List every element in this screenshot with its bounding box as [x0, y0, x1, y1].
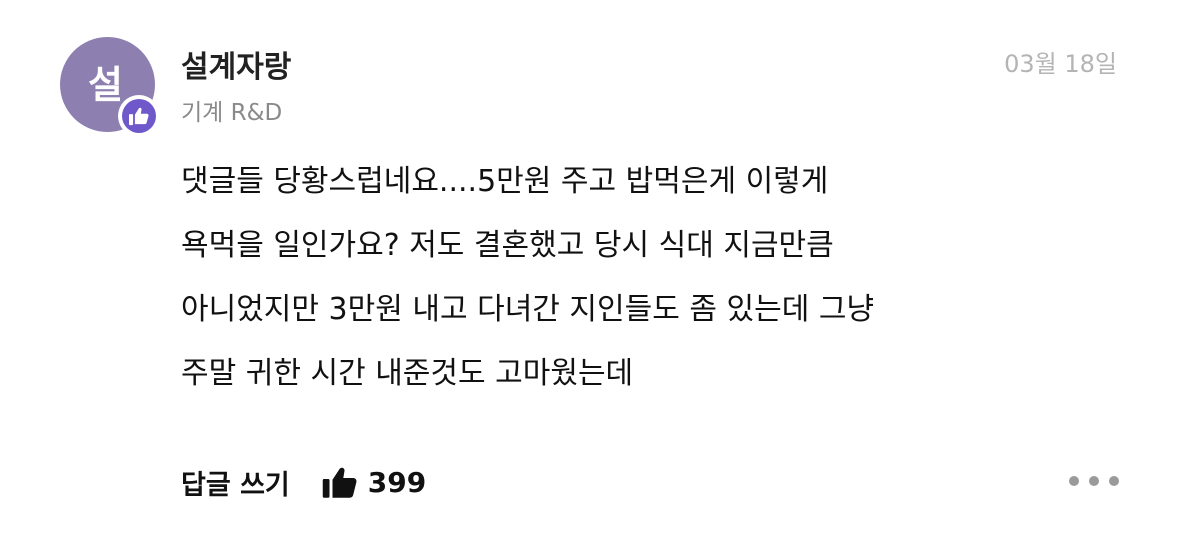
comment-card: 설 설계자랑 기계 R&D 03월 18일 댓글들 당황스럽네요....5만원 …: [0, 0, 1179, 536]
thumbs-up-icon: [322, 467, 357, 498]
more-options-button[interactable]: [1069, 466, 1119, 496]
comment-body: 댓글들 당황스럽네요....5만원 주고 밥먹은게 이렇게 욕먹을 일인가요? …: [181, 150, 1141, 406]
comment-date: 03월 18일: [1004, 50, 1117, 78]
more-horizontal-icon: [1109, 476, 1119, 486]
like-count: 399: [367, 465, 427, 499]
reply-button[interactable]: 답글 쓰기: [181, 463, 290, 502]
avatar-initial: 설: [88, 63, 123, 107]
author-department: 기계 R&D: [181, 100, 283, 126]
author-name[interactable]: 설계자랑: [181, 42, 291, 86]
comment-body-line: 댓글들 당황스럽네요....5만원 주고 밥먹은게 이렇게: [181, 164, 829, 199]
more-horizontal-icon: [1069, 476, 1079, 486]
comment-body-line: 욕먹을 일인가요? 저도 결혼했고 당시 식대 지금만큼: [181, 228, 834, 263]
comment-actions: 답글 쓰기 399: [181, 458, 426, 506]
comment-body-line: 주말 귀한 시간 내준것도 고마웠는데: [181, 356, 634, 391]
comment-body-line: 아니었지만 3만원 내고 다녀간 지인들도 좀 있는데 그냥: [181, 292, 875, 327]
thumbs-up-badge-icon: [122, 99, 156, 133]
user-badge: [118, 95, 160, 137]
like-button[interactable]: 399: [322, 465, 426, 499]
more-horizontal-icon: [1089, 476, 1099, 486]
